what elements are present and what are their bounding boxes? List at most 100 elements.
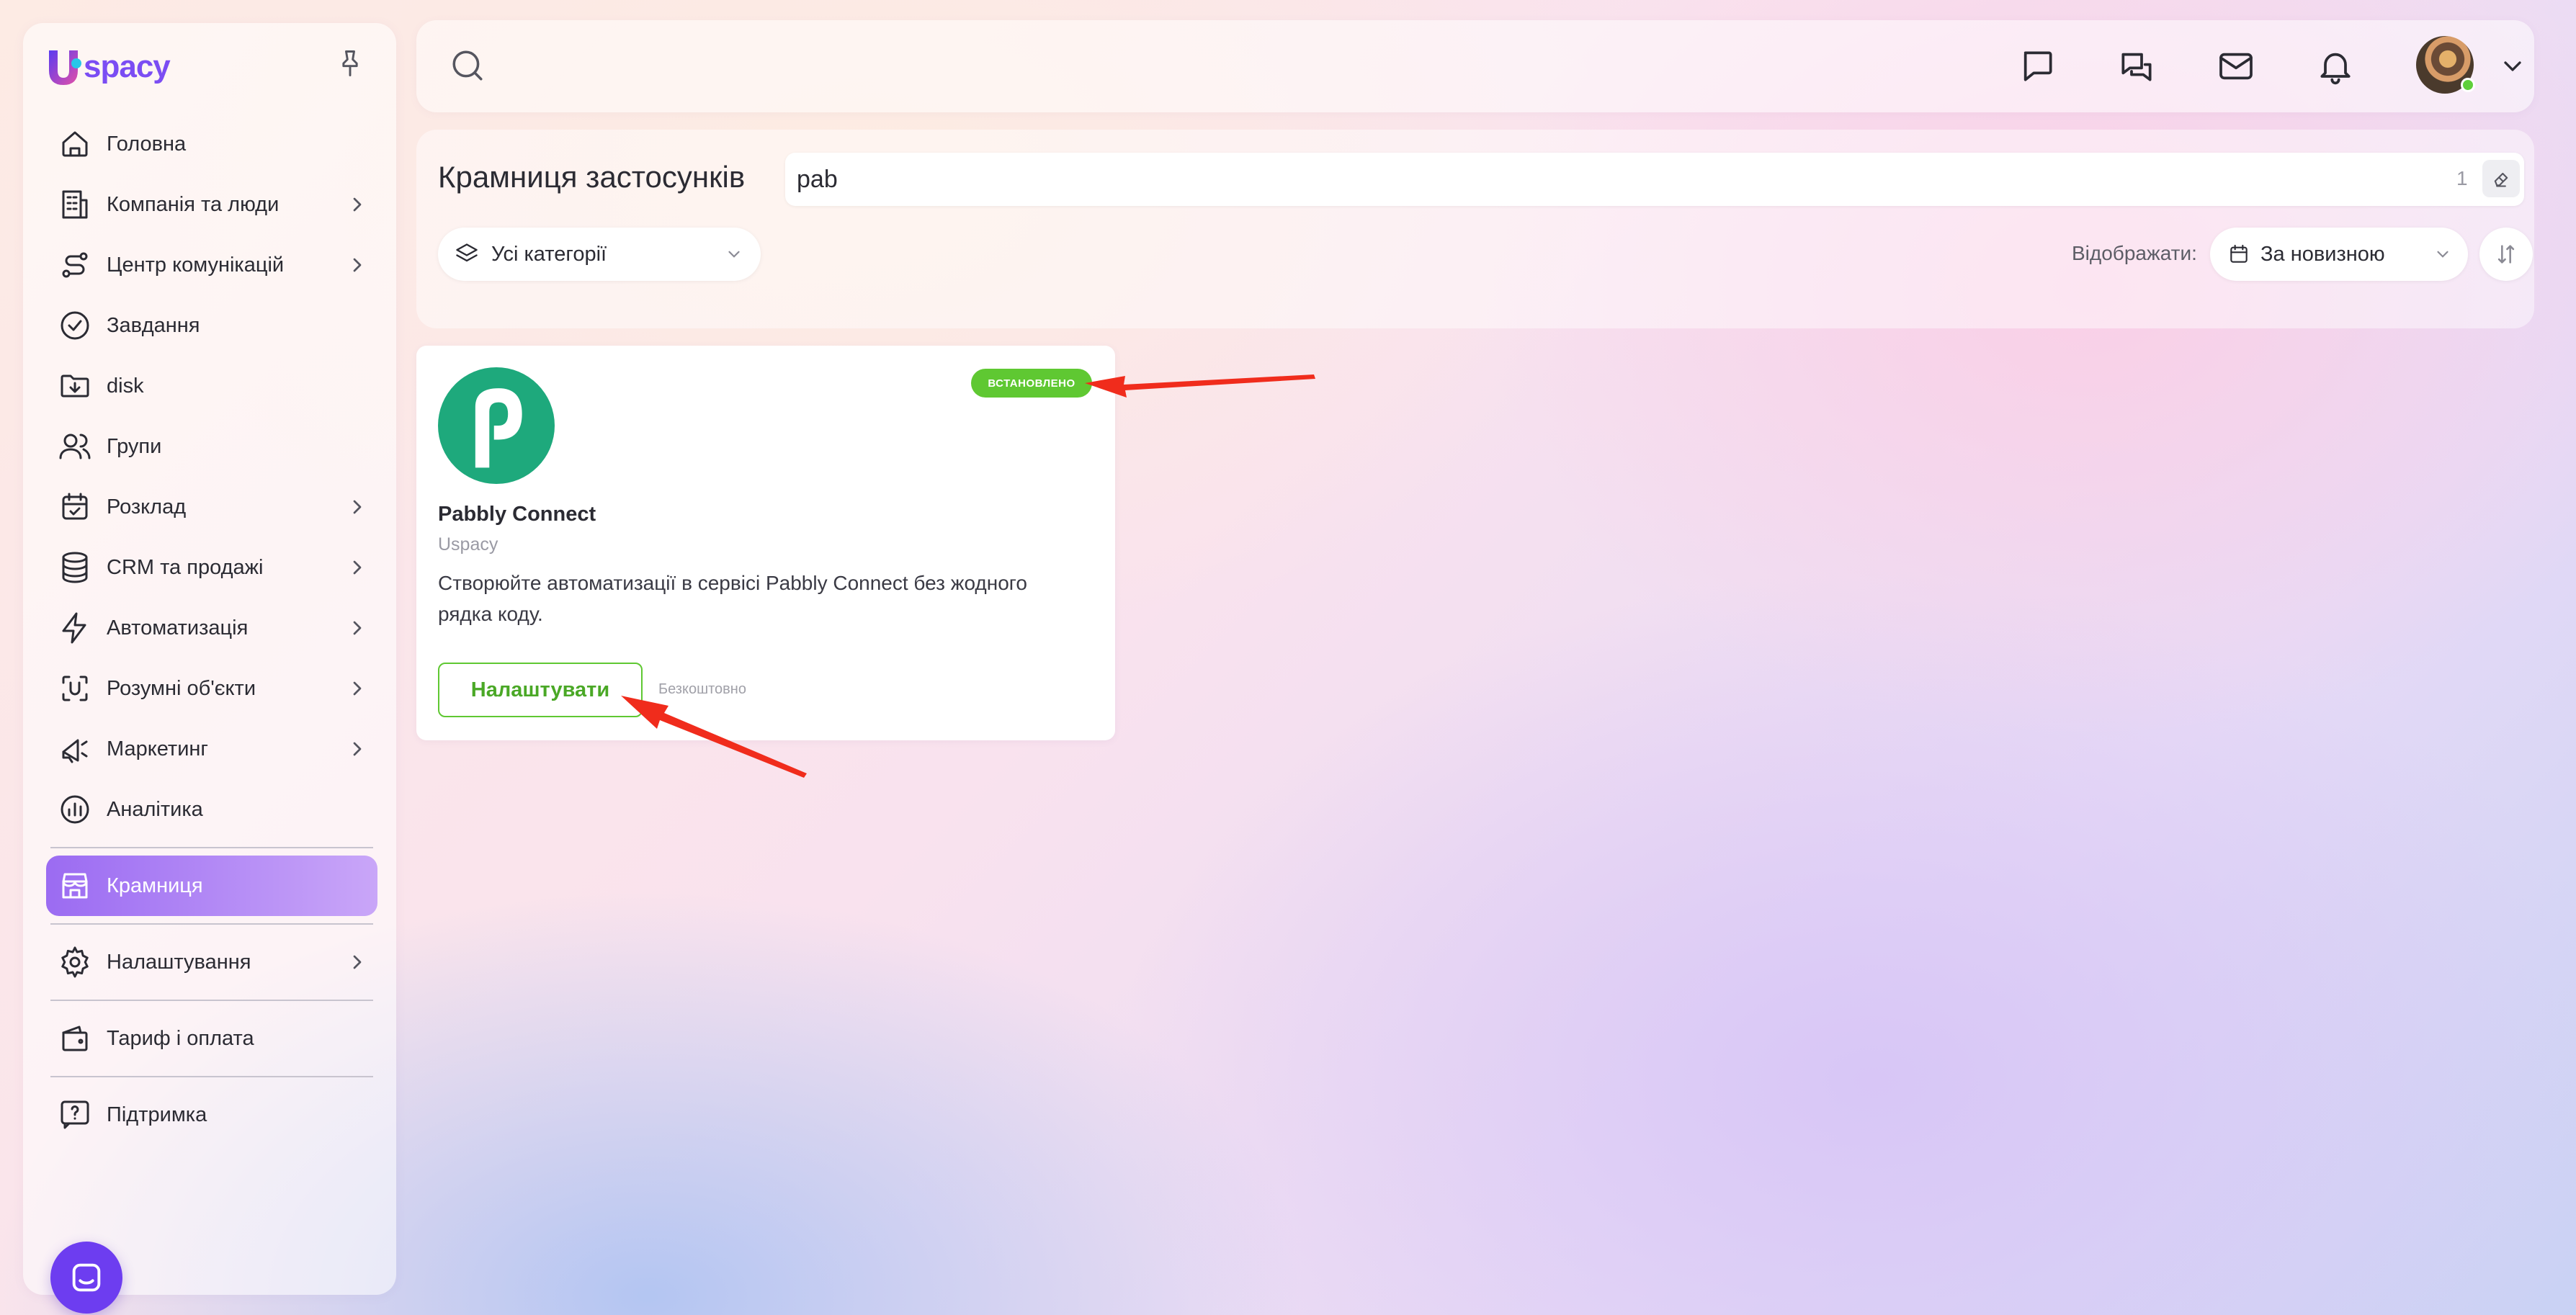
folder-download-icon: [58, 369, 92, 403]
sidebar-divider: [50, 1000, 373, 1001]
layers-icon: [456, 243, 478, 262]
search-result-count: 1: [2456, 167, 2468, 189]
chat-bubble-icon: [72, 1263, 101, 1292]
sidebar: spacy Головна Компанія та люди Центр комун…: [23, 23, 396, 1314]
sidebar-item-label: Завдання: [107, 313, 200, 337]
app-price: Безкоштовно: [658, 681, 746, 697]
route-icon: [58, 248, 92, 282]
arrow-to-installed-badge: [1085, 374, 1315, 398]
sidebar-item-label: Підтримка: [107, 1103, 207, 1126]
sidebar-item-6[interactable]: Групи: [46, 416, 377, 477]
database-icon: [58, 550, 92, 585]
sidebar-item-label: Групи: [107, 434, 162, 458]
store-header: Крамниця застосунків 1 Усі категорії Від…: [416, 130, 2534, 328]
sidebar-item-7[interactable]: Розклад: [46, 477, 377, 537]
sidebar-item-label: Головна: [107, 132, 187, 156]
page-title: Крамниця застосунків: [438, 160, 746, 194]
app-name: Pabbly Connect: [438, 503, 596, 526]
sort-select[interactable]: За новизною: [2210, 228, 2468, 281]
users-icon: [58, 429, 92, 464]
chevron-right-icon: [353, 955, 362, 969]
app-vendor: Uspacy: [438, 534, 498, 555]
home-icon: [58, 127, 92, 161]
category-select-value: Усі категорії: [491, 242, 607, 266]
sidebar-item-label: Маркетинг: [107, 737, 208, 760]
chevron-right-icon: [353, 197, 362, 212]
megaphone-icon: [58, 732, 92, 766]
store-icon: [58, 869, 92, 903]
chevron-right-icon: [353, 258, 362, 272]
sidebar-divider: [50, 847, 373, 848]
sidebar-item-10[interactable]: Розумні об'єкти: [46, 658, 377, 719]
uspacy-logo[interactable]: spacy: [45, 42, 171, 92]
chevron-down-icon: [728, 251, 740, 258]
sidebar-item-13[interactable]: Крамниця: [46, 856, 377, 916]
sidebar-item-label: disk: [107, 374, 144, 398]
category-select[interactable]: Усі категорії: [438, 228, 761, 281]
chevron-down-icon: [2437, 251, 2448, 258]
calendar-icon: [2230, 244, 2248, 263]
sidebar-item-label: Тариф і оплата: [107, 1026, 254, 1050]
sidebar-item-8[interactable]: CRM та продажі: [46, 537, 377, 598]
sidebar-item-label: Розклад: [107, 495, 187, 519]
messages-icon[interactable]: [2116, 46, 2157, 86]
lightning-icon: [58, 611, 92, 645]
sidebar-item-11[interactable]: Маркетинг: [46, 719, 377, 779]
top-bar: [416, 20, 2534, 112]
wallet-icon: [58, 1021, 92, 1056]
chevron-right-icon: [353, 560, 362, 575]
sidebar-divider: [50, 923, 373, 925]
chart-circle-icon: [58, 792, 92, 827]
chevron-right-icon: [353, 742, 362, 756]
sidebar-item-2[interactable]: Компанія та люди: [46, 174, 377, 235]
sidebar-item-3[interactable]: Центр комунікацій: [46, 235, 377, 295]
sidebar-item-label: Автоматизація: [107, 616, 249, 639]
configure-button[interactable]: Налаштувати: [438, 663, 643, 717]
sort-select-value: За новизною: [2260, 242, 2385, 266]
search-icon[interactable]: [450, 48, 486, 84]
user-avatar[interactable]: [2416, 36, 2475, 94]
sidebar-item-15[interactable]: Тариф і оплата: [46, 1008, 377, 1069]
sidebar-item-14[interactable]: Налаштування: [46, 932, 377, 992]
help-widget-button[interactable]: [50, 1242, 122, 1314]
logo-text: spacy: [84, 49, 171, 84]
sort-direction-button[interactable]: [2479, 228, 2533, 281]
clear-search-button[interactable]: [2482, 160, 2520, 197]
app-search-input[interactable]: [797, 153, 2382, 206]
help-chat-icon: [58, 1098, 92, 1132]
eraser-icon: [2494, 172, 2508, 187]
sidebar-item-9[interactable]: Автоматизація: [46, 598, 377, 658]
chat-icon[interactable]: [2017, 46, 2057, 86]
chevron-down-icon[interactable]: [2498, 52, 2527, 81]
calendar-check-icon: [58, 490, 92, 524]
sidebar-item-1[interactable]: Головна: [46, 114, 377, 174]
online-status-dot: [2461, 78, 2475, 92]
sidebar-item-label: Аналітика: [107, 797, 203, 821]
installed-badge: ВСТАНОВЛЕНО: [971, 369, 1092, 398]
chevron-right-icon: [353, 681, 362, 696]
sidebar-item-label: Розумні об'єкти: [107, 676, 256, 700]
sidebar-item-label: Крамниця: [107, 874, 203, 897]
sidebar-item-label: Компанія та люди: [107, 192, 279, 216]
sidebar-item-4[interactable]: Завдання: [46, 295, 377, 356]
sidebar-item-16[interactable]: Підтримка: [46, 1085, 377, 1145]
mail-icon[interactable]: [2216, 46, 2256, 86]
sidebar-item-label: Налаштування: [107, 950, 251, 974]
uspacy-u-logo: [49, 50, 81, 85]
sidebar-item-label: CRM та продажі: [107, 555, 264, 579]
bell-icon[interactable]: [2315, 46, 2356, 86]
sort-arrows-icon: [2497, 245, 2515, 264]
sidebar-item-12[interactable]: Аналітика: [46, 779, 377, 840]
sidebar-divider: [50, 1076, 373, 1077]
app-description: Створюйте автоматизації в сервісі Pabbly…: [438, 572, 1027, 625]
building-icon: [58, 187, 92, 222]
pin-icon[interactable]: [334, 48, 366, 79]
chevron-right-icon: [353, 500, 362, 514]
sidebar-item-label: Центр комунікацій: [107, 253, 285, 277]
app-search-box[interactable]: 1: [785, 153, 2524, 206]
app-card[interactable]: ВСТАНОВЛЕНО Pabbly Connect Uspacy Створю…: [416, 346, 1115, 740]
check-circle-icon: [58, 308, 92, 343]
chevron-right-icon: [353, 621, 362, 635]
sidebar-item-5[interactable]: disk: [46, 356, 377, 416]
pabbly-logo: [438, 367, 555, 484]
